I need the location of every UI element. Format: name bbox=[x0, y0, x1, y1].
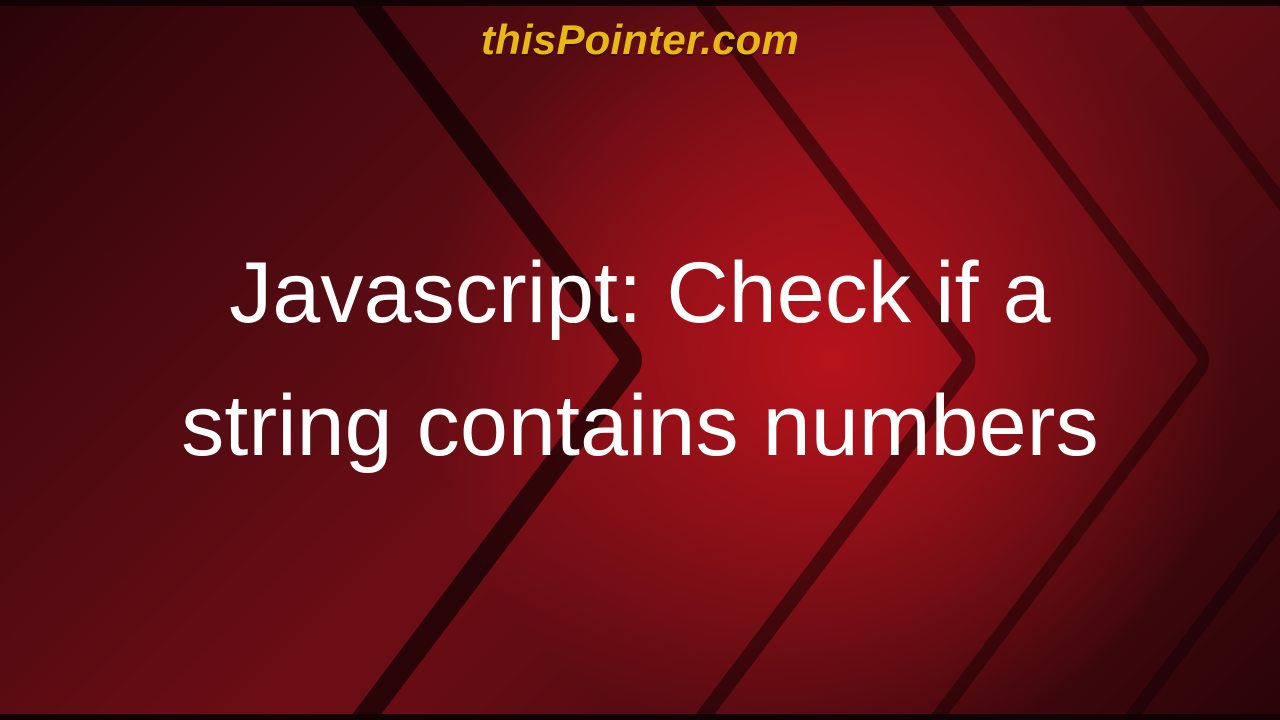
banner-canvas: thisPointer.com Javascript: Check if a s… bbox=[0, 0, 1280, 720]
article-title: Javascript: Check if a string contains n… bbox=[0, 0, 1280, 720]
title-line-2: string contains numbers bbox=[181, 360, 1099, 493]
title-line-1: Javascript: Check if a bbox=[229, 227, 1051, 360]
